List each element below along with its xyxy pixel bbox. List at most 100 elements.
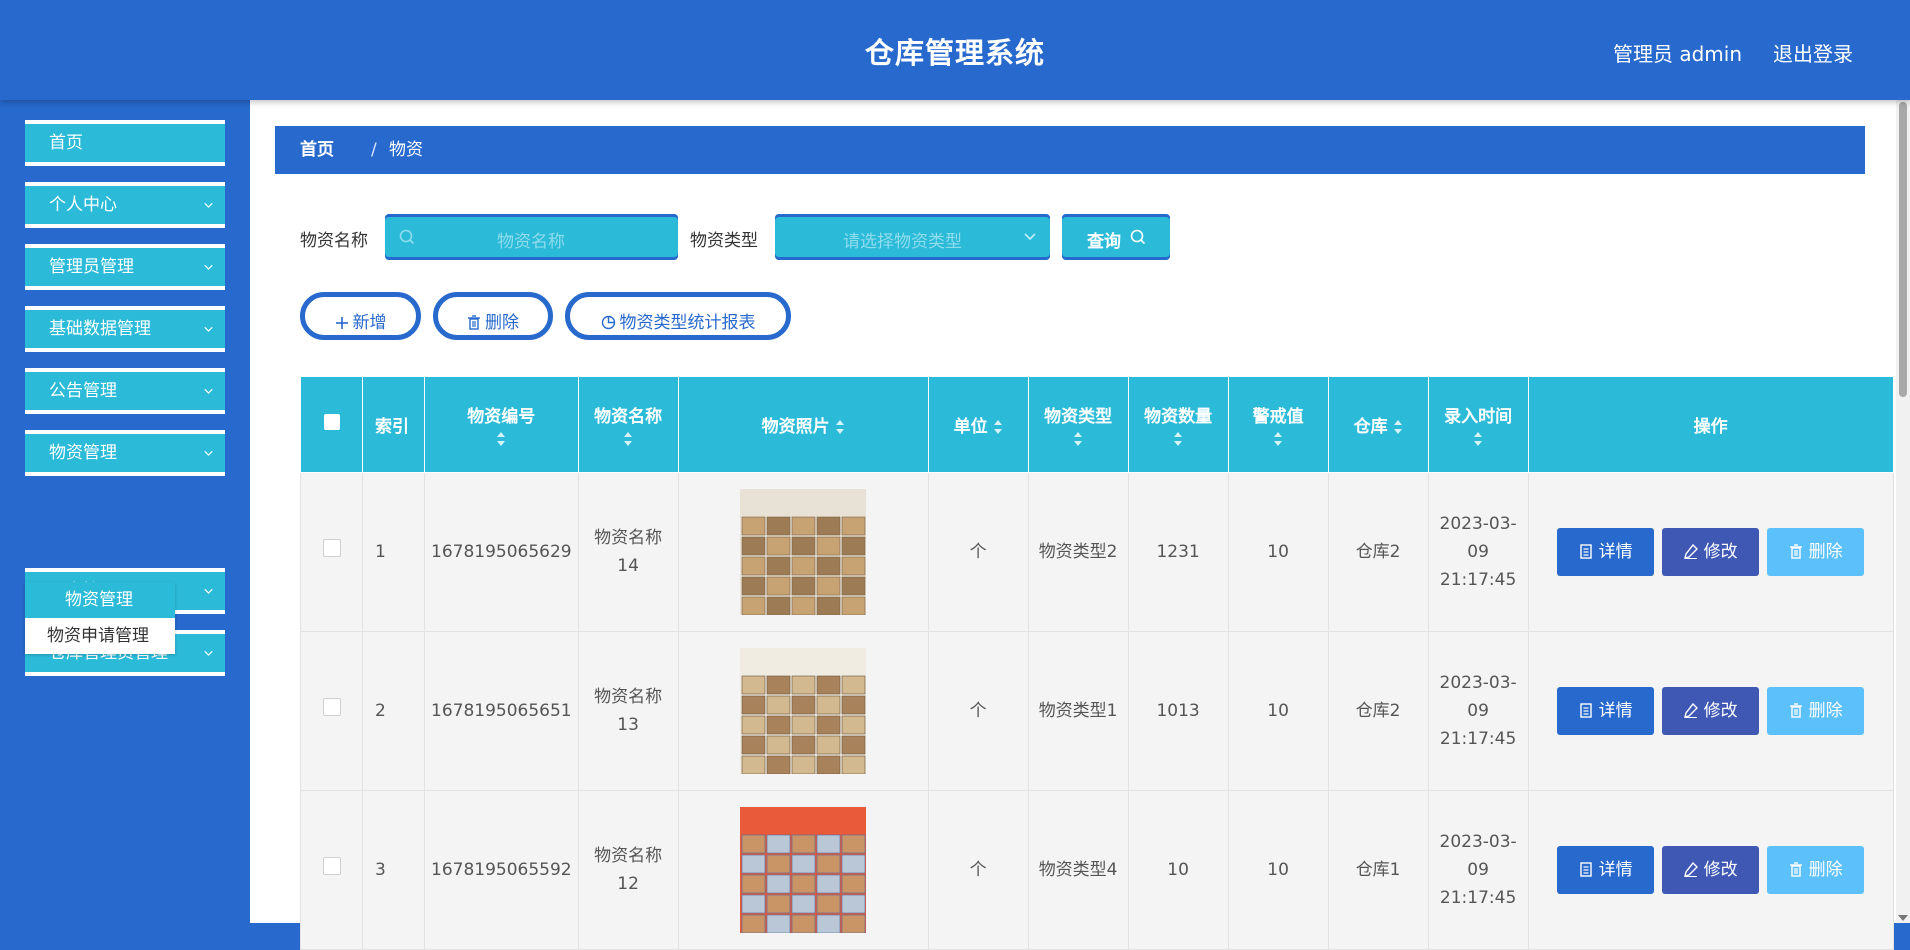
type-filter-placeholder: 请选择物资类型 xyxy=(843,232,962,252)
column-header-2[interactable]: 物资名称 xyxy=(577,376,679,473)
sidebar-item-0[interactable]: 首页 xyxy=(25,120,225,166)
material-photo[interactable] xyxy=(740,489,867,615)
chevron-down-icon xyxy=(1024,233,1036,241)
sidebar-item-label: 管理员管理 xyxy=(49,257,134,277)
search-icon xyxy=(1130,229,1146,245)
quantity-cell: 1013 xyxy=(1127,631,1229,791)
photo-cell xyxy=(677,631,929,791)
submenu-item-1[interactable]: 物资申请管理 xyxy=(25,618,175,654)
column-header-label: 录入时间 xyxy=(1444,407,1513,427)
column-header-6[interactable]: 物资数量 xyxy=(1127,376,1229,473)
column-header-label: 物资数量 xyxy=(1144,407,1213,427)
row-checkbox[interactable] xyxy=(322,539,341,557)
chevron-down-icon xyxy=(204,588,213,594)
sidebar-item-label: 基础数据管理 xyxy=(49,319,151,339)
submenu-item-0[interactable]: 物资管理 xyxy=(25,582,175,618)
scroll-down-arrow[interactable] xyxy=(1898,915,1908,921)
delete-button[interactable]: 删除 xyxy=(1767,687,1865,735)
name-filter-input[interactable]: 物资名称 xyxy=(385,214,678,260)
pencil-icon xyxy=(1683,543,1698,559)
index-cell: 3 xyxy=(362,790,425,950)
sidebar-item-1[interactable]: 个人中心 xyxy=(25,182,225,228)
pie-chart-icon xyxy=(601,315,615,330)
edit-button[interactable]: 修改 xyxy=(1662,687,1760,735)
scrollbar-thumb[interactable] xyxy=(1899,102,1907,397)
select-all-checkbox[interactable] xyxy=(323,414,340,430)
column-header-3[interactable]: 物资照片 xyxy=(677,376,929,473)
column-header-7[interactable]: 警戒值 xyxy=(1227,376,1329,473)
logout-link[interactable]: 退出登录 xyxy=(1773,38,1853,67)
operations-cell: 详情 修改 删除 xyxy=(1527,472,1894,632)
sort-icon[interactable] xyxy=(1173,431,1183,447)
index-cell: 2 xyxy=(362,631,425,791)
sort-icon[interactable] xyxy=(1073,431,1083,447)
report-button[interactable]: 物资类型统计报表 xyxy=(565,292,791,340)
edit-button[interactable]: 修改 xyxy=(1662,528,1760,576)
table-row[interactable]: 2 1678195065651 物资名称13 个物资类型1 1013 10 仓库2 2023-… xyxy=(300,631,1894,791)
edit-button-label: 修改 xyxy=(1703,542,1738,562)
sort-icon[interactable] xyxy=(496,431,506,447)
table-row[interactable]: 3 1678195065592 物资名称12 个物资类型4 10 10 仓库1 2023-03… xyxy=(300,790,1894,950)
chevron-down-icon xyxy=(204,388,213,394)
row-select-cell xyxy=(300,631,363,791)
pencil-icon xyxy=(1683,702,1698,718)
material-type-cell: 物资类型2 xyxy=(1027,472,1129,632)
column-header-label: 仓库 xyxy=(1353,417,1388,437)
warning-value-cell: 10 xyxy=(1227,790,1329,950)
breadcrumb-separator: / xyxy=(371,140,377,160)
column-header-1[interactable]: 物资编号 xyxy=(424,376,579,473)
column-header-5[interactable]: 物资类型 xyxy=(1027,376,1129,473)
trash-icon xyxy=(1789,862,1802,877)
batch-delete-button[interactable]: 删除 xyxy=(433,292,553,340)
table-row[interactable]: 1 1678195065629 物资名称14 个物资类型2 1231 10 仓库2 2023-… xyxy=(300,472,1894,632)
page-scrollbar[interactable] xyxy=(1896,100,1910,923)
sidebar-item-2[interactable]: 管理员管理 xyxy=(25,244,225,290)
detail-button[interactable]: 详情 xyxy=(1557,687,1655,735)
breadcrumb-home[interactable]: 首页 xyxy=(300,126,334,174)
select-all-header xyxy=(300,376,363,473)
warehouse-cell: 仓库2 xyxy=(1327,631,1429,791)
column-header-label: 操作 xyxy=(1693,417,1728,437)
column-header-label: 物资编号 xyxy=(467,407,536,427)
delete-button[interactable]: 删除 xyxy=(1767,528,1865,576)
sidebar-item-4[interactable]: 公告管理 xyxy=(25,368,225,414)
material-photo[interactable] xyxy=(740,807,867,933)
row-checkbox[interactable] xyxy=(322,857,341,875)
type-filter-select[interactable]: 请选择物资类型 xyxy=(775,214,1050,260)
detail-button-label: 详情 xyxy=(1598,860,1633,880)
material-table: 索引 物资编号 物资名称 物资照片 单位 物资类型 物资数量 警戒值 仓库 录入时间操作 1 167… xyxy=(300,376,1894,950)
material-photo[interactable] xyxy=(740,648,867,774)
add-button[interactable]: 新增 xyxy=(300,292,421,340)
row-checkbox[interactable] xyxy=(322,698,341,716)
sidebar-item-5[interactable]: 物资管理 xyxy=(25,430,225,476)
column-header-10: 操作 xyxy=(1527,376,1894,473)
sort-icon[interactable] xyxy=(993,419,1003,435)
detail-button[interactable]: 详情 xyxy=(1557,846,1655,894)
column-header-8[interactable]: 仓库 xyxy=(1327,376,1429,473)
delete-button[interactable]: 删除 xyxy=(1767,846,1865,894)
chevron-down-icon xyxy=(204,326,213,332)
warehouse-cell: 仓库1 xyxy=(1327,790,1429,950)
chevron-down-icon xyxy=(204,650,213,656)
sidebar-item-3[interactable]: 基础数据管理 xyxy=(25,306,225,352)
detail-button[interactable]: 详情 xyxy=(1557,528,1655,576)
add-button-label: 新增 xyxy=(352,313,387,333)
column-header-0: 索引 xyxy=(362,376,425,473)
sort-icon[interactable] xyxy=(623,431,633,447)
column-header-label: 物资名称 xyxy=(594,407,663,427)
trash-icon xyxy=(1789,703,1802,718)
unit-cell: 个 xyxy=(927,472,1029,632)
trash-icon xyxy=(468,315,480,330)
entry-time-cell: 2023-03-09 21:17:45 xyxy=(1427,631,1529,791)
report-button-label: 物资类型统计报表 xyxy=(619,313,756,333)
sort-icon[interactable] xyxy=(1273,431,1283,447)
column-header-4[interactable]: 单位 xyxy=(927,376,1029,473)
query-button[interactable]: 查询 xyxy=(1062,214,1170,260)
sort-icon[interactable] xyxy=(1393,419,1403,435)
sort-icon[interactable] xyxy=(835,419,845,435)
sort-icon[interactable] xyxy=(1473,431,1483,447)
column-header-9[interactable]: 录入时间 xyxy=(1427,376,1529,473)
operations-cell: 详情 修改 删除 xyxy=(1527,631,1894,791)
edit-button[interactable]: 修改 xyxy=(1662,846,1760,894)
material-type-cell: 物资类型1 xyxy=(1027,631,1129,791)
